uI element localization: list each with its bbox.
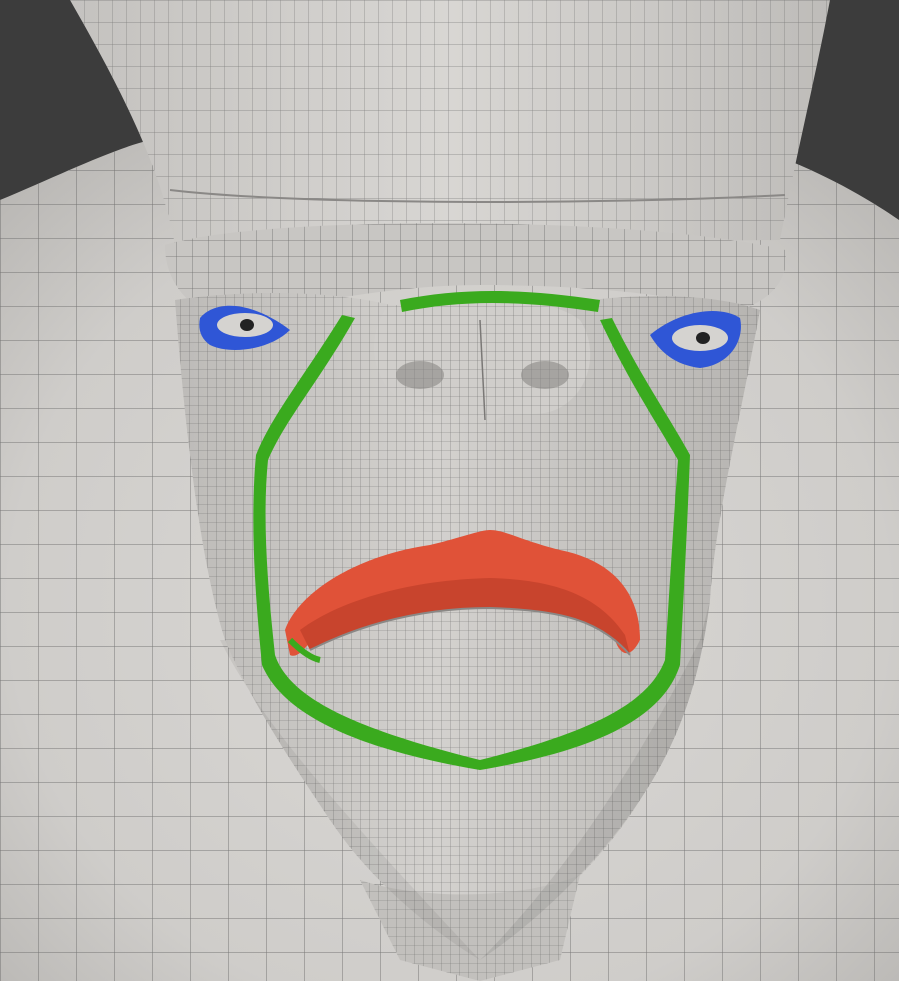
3d-viewport[interactable]	[0, 0, 899, 981]
eye-right-pupil	[696, 332, 710, 344]
mesh-render	[0, 0, 899, 981]
cranium-mesh	[70, 0, 830, 245]
eye-left-pupil	[240, 319, 254, 331]
nostril-right	[521, 361, 569, 389]
nostril-left	[396, 361, 444, 389]
